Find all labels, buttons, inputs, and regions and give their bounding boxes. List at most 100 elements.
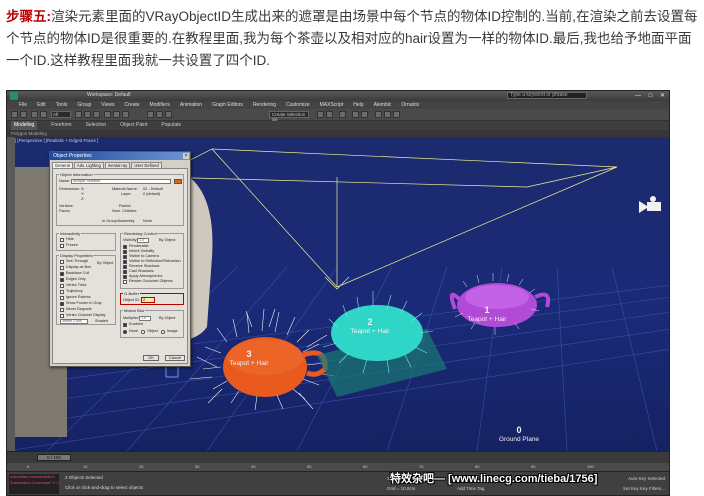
blur-none-radio[interactable]: [123, 330, 127, 334]
menu-edit[interactable]: Edit: [37, 101, 46, 109]
mirror-icon[interactable]: [317, 111, 324, 118]
window-controls[interactable]: — □ ✕: [635, 92, 668, 99]
visibility-field[interactable]: 1.0: [137, 238, 149, 243]
dialog-title-bar[interactable]: Object Properties ×: [50, 152, 190, 160]
blur-object-radio[interactable]: [141, 330, 145, 334]
menu-views[interactable]: Views: [101, 101, 114, 109]
menu-ornatrix[interactable]: Ornatrix: [401, 101, 419, 109]
angle-snap-icon[interactable]: [156, 111, 163, 118]
apply-atmospherics-checkbox[interactable]: [123, 275, 127, 279]
renderable-checkbox[interactable]: [123, 245, 127, 249]
trajectory-checkbox[interactable]: [60, 290, 64, 294]
by-object-blur-button[interactable]: By Object: [159, 316, 175, 321]
link-icon[interactable]: [31, 111, 38, 118]
snap-icon[interactable]: [147, 111, 154, 118]
vertex-color-dropdown[interactable]: Vertex Color: [60, 319, 88, 324]
blur-image-label: Image: [167, 329, 178, 333]
menu-animation[interactable]: Animation: [180, 101, 202, 109]
camera-icon[interactable]: [639, 196, 661, 213]
scale-icon[interactable]: [122, 111, 129, 118]
time-slider[interactable]: 0 / 100: [37, 454, 71, 461]
menu-create[interactable]: Create: [125, 101, 140, 109]
menu-file[interactable]: File: [19, 101, 27, 109]
percent-snap-icon[interactable]: [165, 111, 172, 118]
hide-checkbox[interactable]: [60, 238, 64, 242]
backface-cull-checkbox[interactable]: [60, 272, 64, 276]
menu-rendering[interactable]: Rendering: [253, 101, 276, 109]
blur-image-radio[interactable]: [161, 330, 165, 334]
never-degrade-checkbox[interactable]: [60, 308, 64, 312]
object-id-field[interactable]: 2: [141, 297, 155, 303]
edges-only-checkbox[interactable]: [60, 278, 64, 282]
cancel-button[interactable]: Cancel: [165, 355, 185, 361]
receive-shadows-checkbox[interactable]: [123, 265, 127, 269]
layer-manager-icon[interactable]: [339, 111, 346, 118]
render-occluded-checkbox[interactable]: [123, 280, 127, 284]
add-time-tag-button[interactable]: Add Time Tag: [457, 486, 484, 491]
object-color-swatch[interactable]: [174, 179, 182, 184]
freeze-checkbox[interactable]: [60, 244, 64, 248]
multiplier-field[interactable]: 1.0: [139, 316, 151, 321]
render-icon[interactable]: [393, 111, 400, 118]
by-object-display-button[interactable]: By Object: [97, 261, 113, 266]
menu-alembic[interactable]: Alembic: [374, 101, 392, 109]
move-icon[interactable]: [104, 111, 111, 118]
by-object-render-button[interactable]: By Object: [159, 238, 175, 243]
undo-icon[interactable]: [11, 111, 18, 118]
unlink-icon[interactable]: [40, 111, 47, 118]
vertex-channel-checkbox[interactable]: [60, 314, 64, 318]
render-setup-icon[interactable]: [375, 111, 382, 118]
menu-group[interactable]: Group: [77, 101, 91, 109]
ribbon-panel-label[interactable]: Polygon Modeling: [11, 131, 47, 136]
ignore-extents-checkbox[interactable]: [60, 296, 64, 300]
tab-populate[interactable]: Populate: [161, 121, 181, 130]
visible-camera-checkbox[interactable]: [123, 255, 127, 259]
teapot-2[interactable]: [317, 291, 447, 397]
vertex-ticks-checkbox[interactable]: [60, 284, 64, 288]
align-icon[interactable]: [326, 111, 333, 118]
visible-camera-label: Visible to Camera: [129, 254, 159, 258]
menu-tools[interactable]: Tools: [56, 101, 68, 109]
tab-object-paint[interactable]: Object Paint: [120, 121, 147, 130]
workspace-selector[interactable]: Workspace: Default: [87, 92, 131, 98]
enabled-checkbox[interactable]: [123, 323, 127, 327]
menu-maxscript[interactable]: MAXScript: [320, 101, 344, 109]
tab-freeform[interactable]: Freeform: [51, 121, 71, 130]
render-frame-icon[interactable]: [384, 111, 391, 118]
menu-customize[interactable]: Customize: [286, 101, 310, 109]
tab-modeling[interactable]: Modeling: [11, 121, 38, 130]
material-editor-icon[interactable]: [361, 111, 368, 118]
main-toolbar: All Create Selection Se: [7, 109, 669, 122]
maxscript-listener[interactable]: actionMan.executeAction Submission Comma…: [9, 474, 59, 494]
dialog-close-icon[interactable]: ×: [183, 153, 189, 159]
curve-editor-icon[interactable]: [352, 111, 359, 118]
ok-button[interactable]: OK: [143, 355, 159, 361]
layer-label: Layer:: [121, 192, 132, 196]
name-field[interactable]: Multiple Selected: [71, 179, 171, 184]
show-frozen-gray-checkbox[interactable]: [60, 302, 64, 306]
inherit-visibility-checkbox[interactable]: [123, 250, 127, 254]
set-key-button[interactable]: Set Key Key Filters...: [623, 486, 665, 491]
selection-filter-dropdown[interactable]: All: [51, 111, 71, 118]
menu-help[interactable]: Help: [353, 101, 363, 109]
dim-z-label: Z:: [81, 197, 85, 201]
menu-graph-editors[interactable]: Graph Editors: [212, 101, 243, 109]
camera-frustum: [156, 148, 618, 290]
rotate-icon[interactable]: [113, 111, 120, 118]
visible-reflection-checkbox[interactable]: [123, 260, 127, 264]
select-icon[interactable]: [75, 111, 82, 118]
rect-selection-icon[interactable]: [93, 111, 100, 118]
shaded-button[interactable]: Shaded: [95, 319, 108, 324]
trajectory-label: Trajectory: [66, 289, 83, 293]
named-selection-set[interactable]: Create Selection Se: [269, 111, 309, 122]
cast-shadows-checkbox[interactable]: [123, 270, 127, 274]
tab-selection[interactable]: Selection: [86, 121, 107, 130]
redo-icon[interactable]: [20, 111, 27, 118]
select-by-name-icon[interactable]: [84, 111, 91, 118]
viewport-label[interactable]: [+] [Perspective ] [Realistic + Edged Fa…: [11, 138, 98, 143]
see-through-checkbox[interactable]: [60, 260, 64, 264]
auto-key-button[interactable]: Auto Key Selected: [628, 476, 665, 481]
display-as-box-checkbox[interactable]: [60, 266, 64, 270]
menu-modifiers[interactable]: Modifiers: [150, 101, 170, 109]
search-input[interactable]: Type a keyword or phrase: [507, 92, 587, 99]
